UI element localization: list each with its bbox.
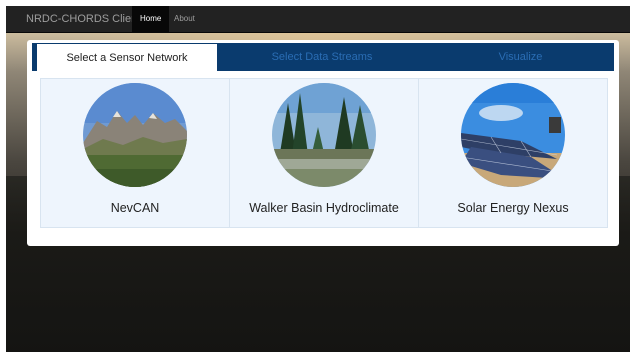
wizard-tabs: Select a Sensor Network Select Data Stre… <box>32 43 614 72</box>
nav-about-link[interactable]: About <box>166 6 203 32</box>
network-name: Walker Basin Hydroclimate <box>249 201 399 215</box>
network-cards: NevCAN Walker Basin Hydroclimate Solar E… <box>40 78 608 228</box>
navbar-brand[interactable]: NRDC-CHORDS Client <box>26 6 140 32</box>
network-card-nevcan[interactable]: NevCAN <box>41 79 230 227</box>
nav-home-link[interactable]: Home <box>132 6 170 32</box>
forest-stream-image <box>272 83 376 187</box>
top-navbar: NRDC-CHORDS Client Home About <box>6 6 630 33</box>
app-window: NRDC-CHORDS Client Home About Select a S… <box>6 6 630 352</box>
tab-visualize[interactable]: Visualize <box>427 43 614 71</box>
network-card-walker-basin[interactable]: Walker Basin Hydroclimate <box>230 79 419 227</box>
tab-select-data-streams[interactable]: Select Data Streams <box>227 43 417 71</box>
network-name: NevCAN <box>110 201 160 215</box>
network-name: Solar Energy Nexus <box>457 201 569 215</box>
solar-panels-image <box>461 83 565 187</box>
tab-select-sensor-network[interactable]: Select a Sensor Network <box>37 44 217 72</box>
network-card-solar-energy-nexus[interactable]: Solar Energy Nexus <box>419 79 607 227</box>
main-panel: Select a Sensor Network Select Data Stre… <box>27 40 619 246</box>
mountain-landscape-image <box>83 83 187 187</box>
